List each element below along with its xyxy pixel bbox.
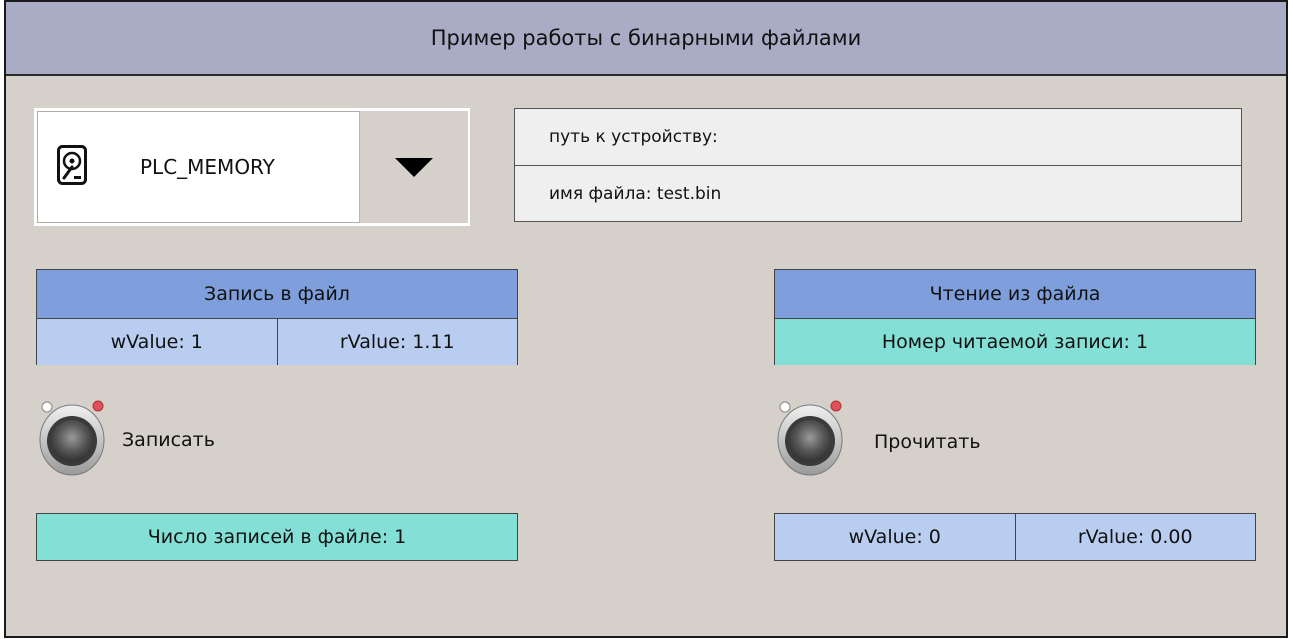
write-wvalue-cell: wValue: 1	[37, 319, 277, 365]
device-path-row: путь к устройству:	[515, 109, 1241, 165]
read-record-row: Номер читаемой записи: 1	[775, 319, 1255, 365]
read-button-label[interactable]: Прочитать	[874, 431, 981, 453]
record-count-text: Число записей в файле: 1	[147, 526, 407, 548]
write-table-header: Запись в файл	[37, 270, 517, 319]
read-table: Чтение из файла Номер читаемой записи: 1	[774, 269, 1256, 365]
path-panel: путь к устройству: имя файла: test.bin	[514, 108, 1242, 222]
led-indicator-icon	[830, 400, 842, 412]
app-window: Пример работы с бинарными файлами PLC_ME…	[4, 0, 1288, 638]
device-path-text: путь к устройству:	[549, 127, 718, 147]
device-selector[interactable]: PLC_MEMORY	[34, 108, 470, 226]
read-rvalue-cell: rValue: 0.00	[1014, 514, 1256, 560]
window-title: Пример работы с бинарными файлами	[6, 2, 1286, 76]
led-indicator-icon	[92, 400, 104, 412]
triangle-down-icon	[395, 157, 433, 177]
hard-drive-icon	[57, 145, 87, 185]
device-dropdown-button[interactable]	[359, 111, 468, 223]
title-text: Пример работы с бинарными файлами	[430, 26, 862, 50]
write-values-row: wValue: 1 rValue: 1.11	[37, 319, 517, 365]
device-name: PLC_MEMORY	[140, 155, 275, 179]
write-table: Запись в файл wValue: 1 rValue: 1.11	[36, 269, 518, 365]
file-name-text: имя файла: test.bin	[549, 184, 722, 204]
read-wvalue-cell: wValue: 0	[848, 526, 941, 548]
read-record-number-cell: Номер читаемой записи: 1	[775, 319, 1255, 365]
write-rvalue-cell: rValue: 1.11	[276, 319, 517, 365]
read-values-box: wValue: 0 rValue: 0.00	[774, 513, 1256, 561]
file-name-row: имя файла: test.bin	[515, 165, 1241, 222]
write-lamp-button[interactable]	[38, 399, 106, 477]
write-button-label[interactable]: Записать	[122, 429, 215, 451]
record-count-box: Число записей в файле: 1	[36, 513, 518, 561]
read-lamp-button[interactable]	[776, 399, 844, 477]
read-table-header: Чтение из файла	[775, 270, 1255, 319]
